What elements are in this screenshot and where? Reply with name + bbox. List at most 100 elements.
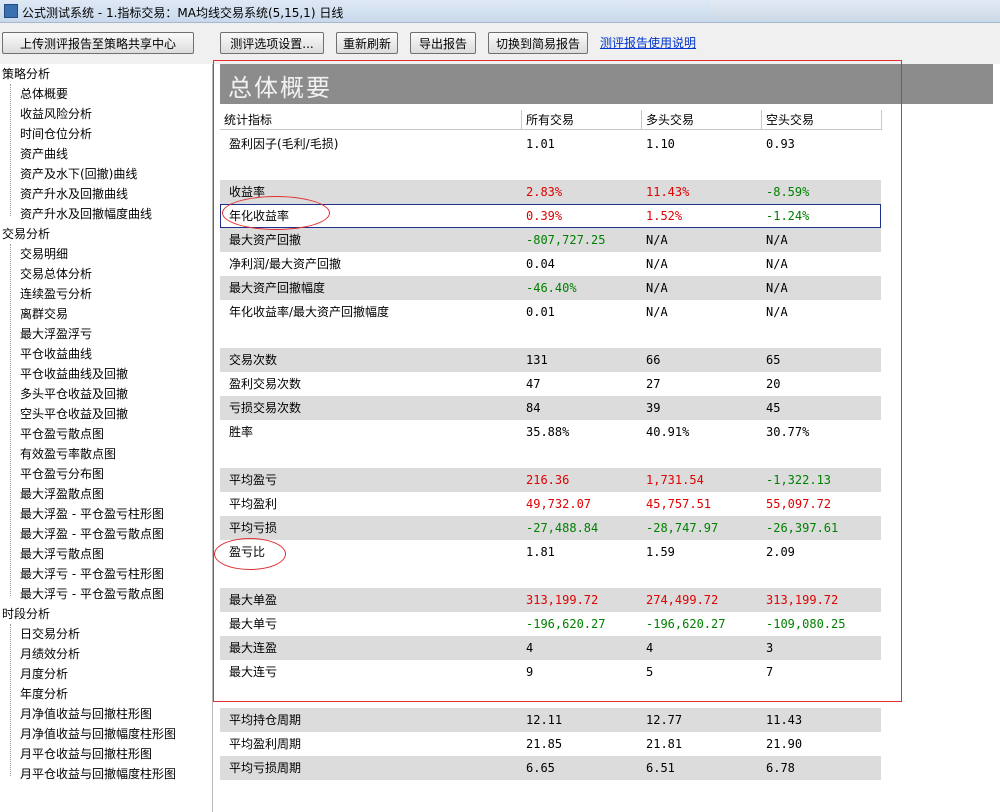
table-row[interactable]: 盈利交易次数 47 27 20	[220, 372, 881, 396]
refresh-button[interactable]: 重新刷新	[336, 32, 398, 54]
table-row[interactable]: 最大资产回撤幅度 -46.40% N/A N/A	[220, 276, 881, 300]
table-row[interactable]: 平均盈亏 216.36 1,731.54 -1,322.13	[220, 468, 881, 492]
window-controls[interactable]	[710, 0, 1000, 20]
table-row[interactable]: 盈利因子(毛利/毛损) 1.01 1.10 0.93	[220, 132, 881, 156]
table-row[interactable]: 最大连盈 4 4 3	[220, 636, 881, 660]
table-row[interactable]: 平均盈利 49,732.07 45,757.51 55,097.72	[220, 492, 881, 516]
table-row[interactable]: 最大单亏 -196,620.27 -196,620.27 -109,080.25	[220, 612, 881, 636]
export-button[interactable]: 导出报告	[410, 32, 476, 54]
table-row[interactable]: 收益率 2.83% 11.43% -8.59%	[220, 180, 881, 204]
metric-value: 1,731.54	[646, 473, 704, 487]
table-row[interactable]: 净利润/最大资产回撤 0.04 N/A N/A	[220, 252, 881, 276]
table-row[interactable]: 交易次数 131 66 65	[220, 348, 881, 372]
table-row[interactable]: 平均持仓周期 12.11 12.77 11.43	[220, 708, 881, 732]
tree-item[interactable]: 资产升水及回撤曲线	[20, 184, 128, 204]
table-row[interactable]: 年化收益率 0.39% 1.52% -1.24%	[220, 204, 881, 228]
switch-simple-button[interactable]: 切换到简易报告	[488, 32, 588, 54]
metric-value: 66	[646, 353, 661, 367]
metric-value: 55,097.72	[766, 497, 832, 511]
tree-item[interactable]: 平仓盈亏散点图	[20, 424, 104, 444]
column-header-all[interactable]: 所有交易	[522, 110, 642, 130]
tree-item[interactable]: 交易明细	[20, 244, 68, 264]
tree-item[interactable]: 交易总体分析	[20, 264, 92, 284]
tree-guide	[10, 84, 12, 216]
tree-item[interactable]: 最大浮亏 - 平仓盈亏柱形图	[20, 564, 164, 584]
table-row[interactable]: 平均盈利周期 21.85 21.81 21.90	[220, 732, 881, 756]
metric-label: 最大资产回撤	[229, 233, 302, 247]
app-icon	[4, 4, 18, 18]
table-row[interactable]: 最大连亏 9 5 7	[220, 660, 881, 684]
table-row[interactable]: 最大资产回撤 -807,727.25 N/A N/A	[220, 228, 881, 252]
metric-value: 7	[766, 665, 774, 679]
tree-category-period[interactable]: 时段分析	[2, 604, 50, 624]
metric-value: 6.78	[766, 761, 795, 775]
metric-label: 平均盈亏	[229, 473, 278, 487]
table-row[interactable]: 平均亏损周期 6.65 6.51 6.78	[220, 756, 881, 780]
tree-item[interactable]: 月平仓收益与回撤幅度柱形图	[20, 764, 176, 784]
tree-item[interactable]: 月度分析	[20, 664, 68, 684]
tree-item[interactable]: 最大浮盈 - 平仓盈亏散点图	[20, 524, 164, 544]
tree-item[interactable]: 平仓收益曲线及回撤	[20, 364, 128, 384]
metric-value: N/A	[766, 257, 788, 271]
metric-value: -109,080.25	[766, 617, 846, 631]
tree-item[interactable]: 资产曲线	[20, 144, 68, 164]
sidebar-tree[interactable]: 策略分析 总体概要 收益风险分析 时间仓位分析 资产曲线 资产及水下(回撤)曲线…	[0, 64, 213, 812]
table-row[interactable]: 亏损交易次数 84 39 45	[220, 396, 881, 420]
metric-value: 45	[766, 401, 781, 415]
tree-item[interactable]: 月净值收益与回撤幅度柱形图	[20, 724, 176, 744]
metric-value: 21.85	[526, 737, 563, 751]
metric-value: 1.81	[526, 545, 555, 559]
table-row[interactable]: 最大单盈 313,199.72 274,499.72 313,199.72	[220, 588, 881, 612]
tree-item[interactable]: 离群交易	[20, 304, 68, 324]
table-row[interactable]: 年化收益率/最大资产回撤幅度 0.01 N/A N/A	[220, 300, 881, 324]
table-row[interactable]: 盈亏比 1.81 1.59 2.09	[220, 540, 881, 564]
tree-item[interactable]: 时间仓位分析	[20, 124, 92, 144]
tree-item[interactable]: 月净值收益与回撤柱形图	[20, 704, 152, 724]
metric-label: 最大连盈	[229, 641, 278, 655]
upload-report-button[interactable]: 上传测评报告至策略共享中心	[2, 32, 194, 54]
table-row[interactable]: 胜率 35.88% 40.91% 30.77%	[220, 420, 881, 444]
tree-item[interactable]: 年度分析	[20, 684, 68, 704]
tree-item[interactable]: 最大浮亏散点图	[20, 544, 104, 564]
tree-item[interactable]: 总体概要	[20, 84, 68, 104]
metric-value: -28,747.97	[646, 521, 719, 535]
tree-item[interactable]: 最大浮盈散点图	[20, 484, 104, 504]
tree-item[interactable]: 收益风险分析	[20, 104, 92, 124]
tree-item[interactable]: 平仓收益曲线	[20, 344, 92, 364]
table-row[interactable]: 平均亏损 -27,488.84 -28,747.97 -26,397.61	[220, 516, 881, 540]
tree-item[interactable]: 平仓盈亏分布图	[20, 464, 104, 484]
tree-category-trade[interactable]: 交易分析	[2, 224, 50, 244]
tree-item[interactable]: 多头平仓收益及回撤	[20, 384, 128, 404]
help-link[interactable]: 测评报告使用说明	[600, 34, 696, 51]
tree-item[interactable]: 资产升水及回撤幅度曲线	[20, 204, 152, 224]
tree-item[interactable]: 最大浮亏 - 平仓盈亏散点图	[20, 584, 164, 604]
metric-value: -1.24%	[766, 209, 810, 223]
column-header-short[interactable]: 空头交易	[762, 110, 882, 130]
metric-value: 0.01	[526, 305, 555, 319]
metric-value: 35.88%	[526, 425, 570, 439]
metric-value: -27,488.84	[526, 521, 599, 535]
metric-label: 平均持仓周期	[229, 713, 302, 727]
report-header: 总体概要	[220, 64, 993, 104]
tree-item[interactable]: 最大浮盈浮亏	[20, 324, 92, 344]
tree-item[interactable]: 月平仓收益与回撤柱形图	[20, 744, 152, 764]
metric-value: -46.40%	[526, 281, 577, 295]
tree-item[interactable]: 月绩效分析	[20, 644, 80, 664]
metric-value: 3	[766, 641, 774, 655]
tree-item[interactable]: 有效盈亏率散点图	[20, 444, 116, 464]
settings-button[interactable]: 测评选项设置...	[220, 32, 324, 54]
column-header-long[interactable]: 多头交易	[642, 110, 762, 130]
tree-item[interactable]: 连续盈亏分析	[20, 284, 92, 304]
tree-item[interactable]: 最大浮盈 - 平仓盈亏柱形图	[20, 504, 164, 524]
tree-item[interactable]: 空头平仓收益及回撤	[20, 404, 128, 424]
tree-item[interactable]: 资产及水下(回撤)曲线	[20, 164, 137, 184]
metric-value: 39	[646, 401, 661, 415]
metric-label: 最大单亏	[229, 617, 278, 631]
metric-value: N/A	[646, 257, 668, 271]
metric-value: 6.51	[646, 761, 675, 775]
metric-value: 1.10	[646, 137, 675, 151]
tree-item[interactable]: 日交易分析	[20, 624, 80, 644]
column-header-metric[interactable]: 统计指标	[220, 110, 522, 130]
metric-value: 4	[526, 641, 534, 655]
tree-category-strategy[interactable]: 策略分析	[2, 64, 50, 84]
